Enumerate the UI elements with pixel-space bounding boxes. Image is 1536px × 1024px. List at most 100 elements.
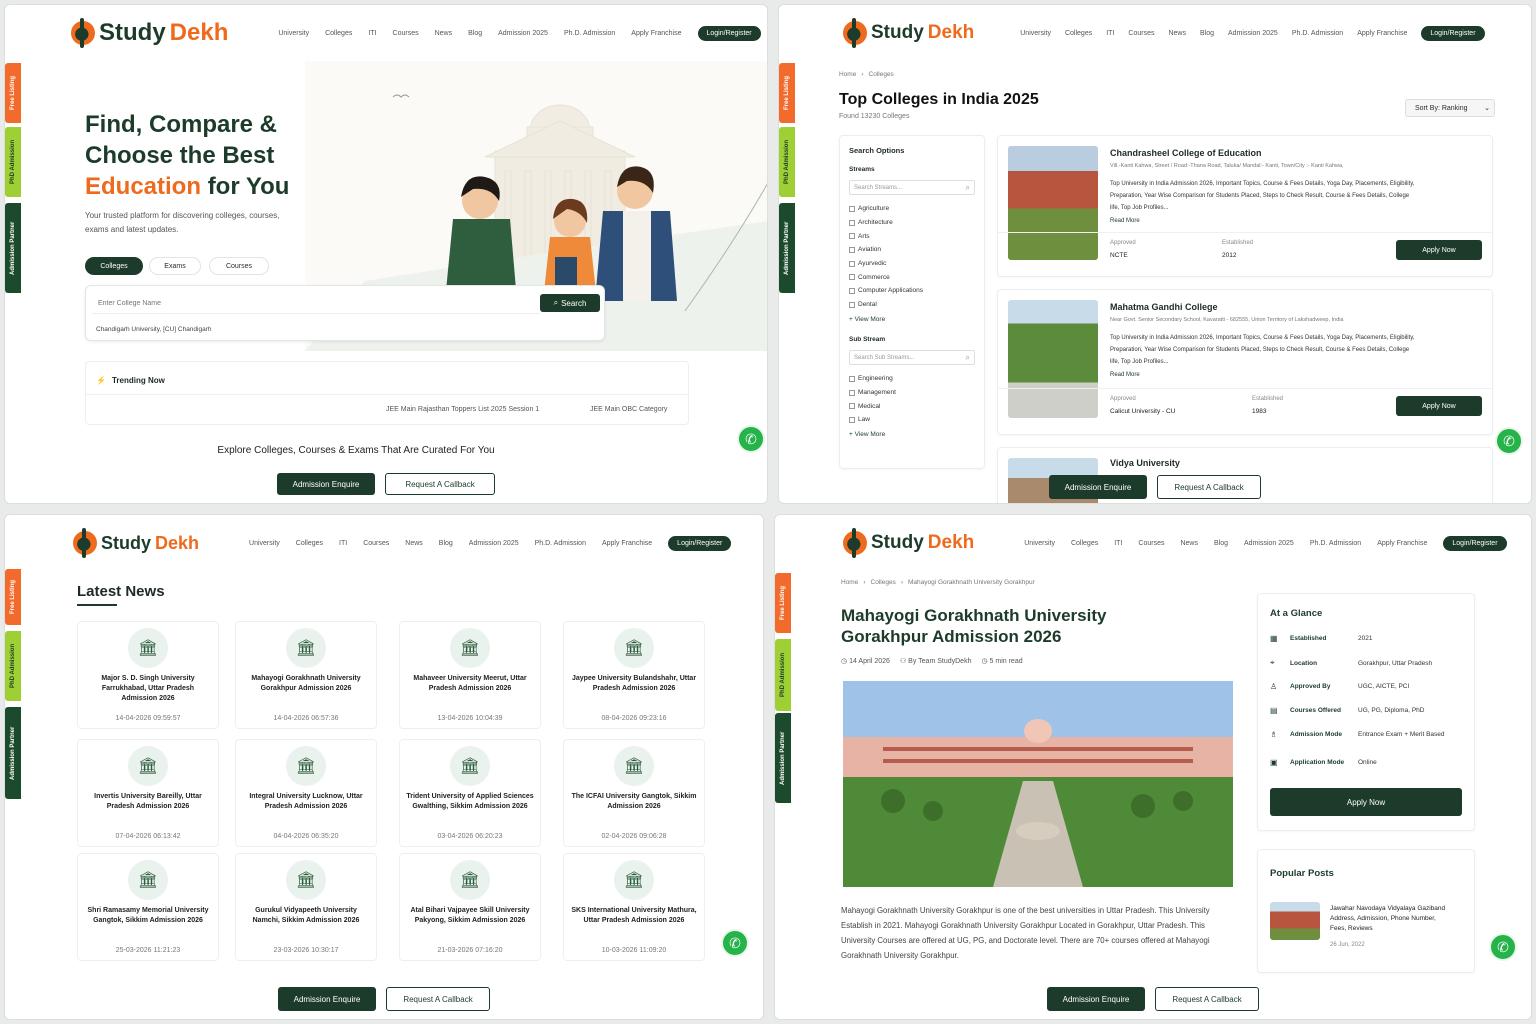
filter-checkbox[interactable]: Arts	[849, 229, 923, 243]
request-callback-button[interactable]: Request A Callback	[385, 473, 495, 495]
side-tab-admission-partner[interactable]: Admission Partner	[779, 203, 795, 293]
login-register-button[interactable]: Login/Register	[668, 535, 732, 551]
news-card[interactable]: 🏛 Mahaveer University Meerut, Uttar Prade…	[399, 621, 541, 729]
request-callback-button[interactable]: Request A Callback	[1157, 475, 1261, 499]
college-image[interactable]	[1008, 300, 1098, 418]
tab-courses[interactable]: Courses	[209, 257, 269, 275]
checkbox[interactable]	[849, 403, 855, 410]
news-card[interactable]: 🏛 Atal Bihari Vajpayee Skill University P…	[399, 853, 541, 961]
nav-franchise[interactable]: Apply Franchise	[1377, 540, 1427, 547]
nav-admission[interactable]: Admission 2025	[1228, 30, 1278, 37]
nav-news[interactable]: News	[435, 30, 453, 37]
nav-franchise[interactable]: Apply Franchise	[1357, 30, 1407, 37]
news-title[interactable]: Atal Bihari Vajpayee Skill University Pa…	[406, 906, 534, 926]
nav-admission[interactable]: Admission 2025	[469, 540, 519, 547]
trending-item[interactable]: JEE Main Rajasthan Toppers List 2025 Ses…	[386, 406, 539, 413]
nav-courses[interactable]: Courses	[363, 540, 389, 547]
filter-checkbox[interactable]: Medical	[849, 399, 896, 413]
nav-blog[interactable]: Blog	[1214, 540, 1228, 547]
checkbox[interactable]	[849, 260, 855, 267]
nav-colleges[interactable]: Colleges	[1065, 30, 1092, 37]
nav-phd[interactable]: Ph.D. Admission	[1292, 30, 1343, 37]
news-title[interactable]: Mahayogi Gorakhnath University Gorakhpur…	[242, 674, 370, 694]
nav-iti[interactable]: ITI	[368, 30, 376, 37]
side-tab-phd-admission[interactable]: PhD Admission	[5, 631, 21, 701]
nav-colleges[interactable]: Colleges	[296, 540, 323, 547]
nav-phd[interactable]: Ph.D. Admission	[535, 540, 586, 547]
news-title[interactable]: Major S. D. Singh University Farrukhabad…	[84, 674, 212, 704]
tab-exams[interactable]: Exams	[149, 257, 201, 275]
filter-checkbox[interactable]: Aviation	[849, 243, 923, 257]
college-search-input[interactable]	[92, 294, 540, 314]
nav-franchise[interactable]: Apply Franchise	[631, 30, 681, 37]
nav-blog[interactable]: Blog	[468, 30, 482, 37]
nav-iti[interactable]: ITI	[1114, 540, 1122, 547]
nav-colleges[interactable]: Colleges	[1071, 540, 1098, 547]
news-card[interactable]: 🏛 Integral University Lucknow, Uttar Prad…	[235, 739, 377, 847]
logo[interactable]: Study Dekh	[843, 528, 974, 558]
nav-university[interactable]: University	[249, 540, 280, 547]
news-title[interactable]: Jaypee University Bulandshahr, Uttar Pra…	[570, 674, 698, 694]
news-card[interactable]: 🏛 The ICFAI University Gangtok, Sikkim Ad…	[563, 739, 705, 847]
nav-iti[interactable]: ITI	[339, 540, 347, 547]
apply-now-button[interactable]: Apply Now	[1396, 396, 1482, 416]
nav-franchise[interactable]: Apply Franchise	[602, 540, 652, 547]
nav-news[interactable]: News	[405, 540, 423, 547]
nav-colleges[interactable]: Colleges	[325, 30, 352, 37]
side-tab-phd-admission[interactable]: PhD Admission	[775, 639, 791, 711]
news-title[interactable]: Invertis University Bareilly, Uttar Prad…	[84, 792, 212, 812]
checkbox[interactable]	[849, 219, 855, 226]
nav-iti[interactable]: ITI	[1106, 30, 1114, 37]
side-tab-admission-partner[interactable]: Admission Partner	[5, 203, 21, 293]
filter-checkbox[interactable]: Law	[849, 413, 896, 427]
admission-enquire-button[interactable]: Admission Enquire	[1049, 475, 1147, 499]
side-tab-free-listing[interactable]: Free Listing	[5, 569, 21, 625]
news-title[interactable]: Mahaveer University Meerut, Uttar Prades…	[406, 674, 534, 694]
nav-admission[interactable]: Admission 2025	[1244, 540, 1294, 547]
whatsapp-icon[interactable]: ✆	[1489, 933, 1517, 961]
side-tab-free-listing[interactable]: Free Listing	[779, 63, 795, 123]
checkbox[interactable]	[849, 205, 855, 212]
news-card[interactable]: 🏛 Jaypee University Bulandshahr, Uttar Pr…	[563, 621, 705, 729]
checkbox[interactable]	[849, 301, 855, 308]
checkbox[interactable]	[849, 416, 855, 423]
filter-checkbox[interactable]: Computer Applications	[849, 284, 923, 298]
news-title[interactable]: The ICFAI University Gangtok, Sikkim Adm…	[570, 792, 698, 812]
nav-admission[interactable]: Admission 2025	[498, 30, 548, 37]
post-title[interactable]: Jawahar Navodaya Vidyalaya Gaziband Addr…	[1330, 904, 1450, 934]
filter-checkbox[interactable]: Commerce	[849, 270, 923, 284]
apply-now-button[interactable]: Apply Now	[1396, 240, 1482, 260]
checkbox[interactable]	[849, 274, 855, 281]
news-title[interactable]: Trident University of Applied Sciences G…	[406, 792, 534, 812]
news-card[interactable]: 🏛 Trident University of Applied Sciences …	[399, 739, 541, 847]
news-title[interactable]: Gurukul Vidyapeeth University Namchi, Si…	[242, 906, 370, 926]
sort-select[interactable]: Sort By: Ranking ⌄	[1405, 99, 1495, 117]
news-title[interactable]: Integral University Lucknow, Uttar Prade…	[242, 792, 370, 812]
news-card[interactable]: 🏛 Major S. D. Singh University Farrukhaba…	[77, 621, 219, 729]
whatsapp-icon[interactable]: ✆	[737, 425, 765, 453]
nav-news[interactable]: News	[1168, 30, 1186, 37]
login-register-button[interactable]: Login/Register	[697, 25, 761, 41]
news-card[interactable]: 🏛 SKS International University Mathura, U…	[563, 853, 705, 961]
side-tab-phd-admission[interactable]: PhD Admission	[5, 127, 21, 197]
nav-phd[interactable]: Ph.D. Admission	[1310, 540, 1361, 547]
nav-blog[interactable]: Blog	[439, 540, 453, 547]
logo[interactable]: Study Dekh	[73, 528, 199, 558]
nav-news[interactable]: News	[1180, 540, 1198, 547]
filter-checkbox[interactable]: Management	[849, 386, 896, 400]
read-more-link[interactable]: Read More	[1110, 372, 1140, 378]
side-tab-free-listing[interactable]: Free Listing	[775, 573, 791, 633]
side-tab-free-listing[interactable]: Free Listing	[5, 63, 21, 123]
college-image[interactable]	[1008, 146, 1098, 260]
tab-colleges[interactable]: Colleges	[85, 257, 143, 275]
checkbox[interactable]	[849, 375, 855, 382]
nav-courses[interactable]: Courses	[1128, 30, 1154, 37]
filter-checkbox[interactable]: Dental	[849, 298, 923, 312]
streams-view-more[interactable]: + View More	[849, 316, 885, 323]
filter-checkbox[interactable]: Agriculture	[849, 202, 923, 216]
logo[interactable]: Study Dekh	[71, 18, 228, 48]
filter-checkbox[interactable]: Ayurvedic	[849, 257, 923, 271]
side-tab-admission-partner[interactable]: Admission Partner	[5, 707, 21, 799]
university-campus-image[interactable]	[843, 681, 1233, 887]
side-tab-admission-partner[interactable]: Admission Partner	[775, 713, 791, 803]
